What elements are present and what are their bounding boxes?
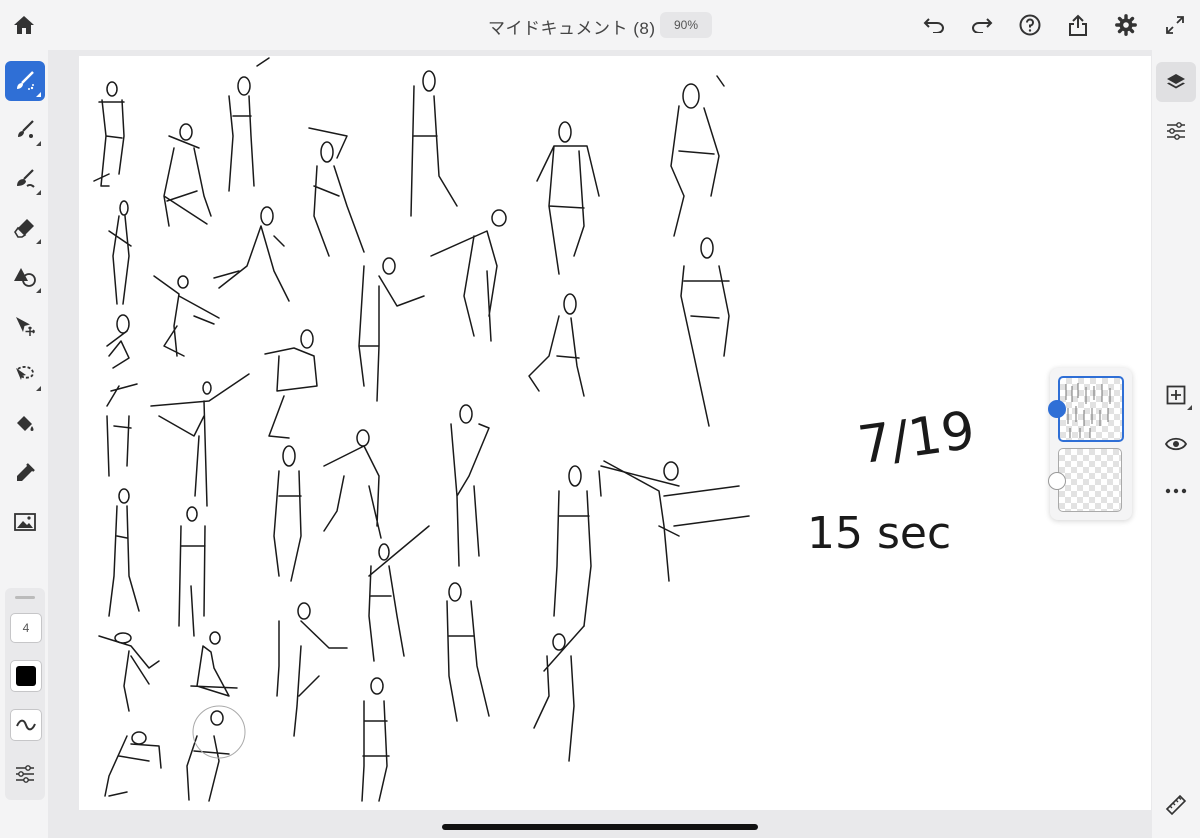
- brush-size[interactable]: 4: [10, 613, 42, 643]
- undo-icon[interactable]: [920, 12, 948, 38]
- home-icon[interactable]: [10, 12, 38, 38]
- size-slider-handle[interactable]: [15, 596, 35, 599]
- options-icon: [16, 765, 34, 783]
- gesture-sketches: 7/19 15 sec: [93, 57, 979, 802]
- brush-options-button[interactable]: [11, 762, 39, 786]
- figure-sketch: [670, 75, 725, 237]
- figure-sketch: [361, 677, 390, 802]
- redo-icon[interactable]: [968, 12, 996, 38]
- figure-sketch: [213, 206, 290, 302]
- visibility-icon: [1165, 437, 1187, 451]
- live-oil-tool[interactable]: [5, 159, 45, 199]
- transform-icon: [16, 317, 36, 336]
- figure-sketch: [553, 465, 680, 627]
- figure-sketch: [430, 209, 507, 342]
- lasso-icon: [16, 366, 34, 380]
- figure-sketch: [106, 314, 138, 477]
- add-layer-icon: [1166, 385, 1186, 405]
- figure-sketch: [680, 237, 730, 427]
- image-layer-badge: [1048, 472, 1066, 490]
- figure-sketch: [264, 329, 318, 439]
- right-toolbar: [1152, 50, 1200, 838]
- more-icon: [1165, 488, 1187, 494]
- layer-preview-icon: [1065, 383, 1111, 438]
- opacity-color-button[interactable]: [10, 660, 42, 692]
- layers-icon: [1167, 74, 1185, 89]
- figure-sketch: [358, 257, 425, 402]
- figure-sketch: [603, 460, 750, 582]
- figure-sketch: [536, 121, 600, 275]
- visibility-button[interactable]: [1160, 429, 1192, 459]
- figure-sketch: [98, 632, 160, 712]
- share-icon[interactable]: [1064, 12, 1092, 38]
- drawing-canvas[interactable]: 7/19 15 sec: [79, 56, 1151, 810]
- smoothing-button[interactable]: [10, 709, 42, 741]
- figure-sketch: [178, 506, 206, 637]
- eraser-icon: [14, 219, 34, 238]
- help-icon[interactable]: [1016, 12, 1044, 38]
- figure-sketch: [93, 81, 125, 187]
- settings-icon[interactable]: [1112, 12, 1140, 38]
- fill-tool[interactable]: [5, 404, 45, 444]
- figure-sketch: [108, 488, 140, 617]
- layer-brush-badge: [1048, 400, 1066, 418]
- figure-sketch: [163, 123, 212, 227]
- image-tool[interactable]: [5, 502, 45, 542]
- image-icon: [14, 513, 36, 531]
- top-bar: マイドキュメント (8) 90%: [0, 0, 1200, 50]
- fullscreen-icon[interactable]: [1162, 12, 1188, 38]
- figure-sketch: [446, 582, 490, 722]
- ruler-button[interactable]: [1160, 790, 1192, 820]
- layer-thumbnail-empty[interactable]: [1058, 448, 1122, 512]
- adjust-icon: [1167, 122, 1185, 140]
- more-button[interactable]: [1160, 476, 1192, 506]
- figure-sketch: [450, 404, 490, 567]
- layers-button[interactable]: [1156, 62, 1196, 102]
- paint-brush-icon: [17, 71, 34, 90]
- figure-sketch: [533, 625, 585, 762]
- figure-sketch: [153, 275, 220, 357]
- canvas-date-note: 7/19: [855, 401, 979, 477]
- figure-sketch: [228, 57, 270, 192]
- figure-sketch: [410, 70, 458, 217]
- figure-sketch: [190, 631, 238, 697]
- document-title[interactable]: マイドキュメント (8): [488, 14, 656, 39]
- adjust-button[interactable]: [1160, 116, 1192, 146]
- smoothing-icon: [16, 719, 36, 731]
- brush-color-square: [16, 666, 36, 686]
- eyedropper-tool[interactable]: [5, 453, 45, 493]
- shape-icon: [14, 268, 36, 287]
- figure-sketch: [368, 525, 430, 662]
- shape-tool[interactable]: [5, 257, 45, 297]
- figure-sketch: [308, 127, 365, 257]
- lasso-tool[interactable]: [5, 355, 45, 395]
- ruler-icon: [1165, 794, 1187, 816]
- watercolor-brush-icon: [18, 120, 34, 138]
- eraser-tool[interactable]: [5, 208, 45, 248]
- figure-sketch: [150, 373, 250, 507]
- figure-sketch: [108, 200, 132, 305]
- layer-thumbnail-sketch[interactable]: [1058, 376, 1124, 442]
- eyedropper-icon: [17, 463, 35, 481]
- canvas-time-note: 15 sec: [807, 508, 951, 559]
- paint-brush-tool[interactable]: [5, 61, 45, 101]
- add-layer-button[interactable]: [1160, 380, 1192, 410]
- live-oil-icon: [17, 169, 35, 188]
- transform-tool[interactable]: [5, 306, 45, 346]
- zoom-level[interactable]: 90%: [660, 12, 712, 38]
- watercolor-brush-tool[interactable]: [5, 110, 45, 150]
- figure-sketch: [528, 293, 585, 397]
- home-indicator: [442, 824, 758, 830]
- figure-sketch: [276, 602, 348, 737]
- figure-sketch: [323, 429, 382, 539]
- fill-icon: [17, 416, 34, 431]
- layers-panel: [1048, 368, 1132, 520]
- figure-sketch: [273, 445, 302, 582]
- figure-sketch: [104, 731, 162, 797]
